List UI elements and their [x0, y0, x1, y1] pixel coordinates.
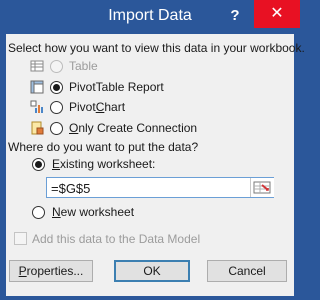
range-collapse-icon	[253, 181, 271, 194]
data-model-checkbox[interactable]	[14, 232, 27, 245]
ok-button-label: OK	[143, 264, 161, 278]
close-icon: ✕	[270, 5, 284, 22]
connection-option-label: Only Create Connection	[69, 121, 198, 135]
pivotchart-option-label: PivotChart	[69, 100, 126, 114]
close-button[interactable]: ✕	[254, 0, 300, 28]
pivottable-option-label: PivotTable Report	[69, 80, 164, 94]
new-worksheet-radio[interactable]	[32, 206, 45, 219]
connection-radio[interactable]	[50, 122, 63, 135]
dialog-body: Select how you want to view this data in…	[6, 34, 305, 296]
range-selector-button[interactable]	[250, 178, 274, 197]
ok-button[interactable]: OK	[114, 260, 190, 282]
connection-icon	[31, 121, 44, 135]
existing-worksheet-radio[interactable]	[32, 158, 45, 171]
title-bar: Import Data ? ✕	[0, 0, 300, 34]
pivottable-radio[interactable]	[50, 81, 63, 94]
pivotchart-radio[interactable]	[50, 101, 63, 114]
range-input-value: =$G$5	[51, 181, 91, 196]
new-worksheet-label: New worksheet	[52, 205, 135, 219]
existing-worksheet-label: Existing worksheet:	[52, 157, 156, 171]
data-model-label: Add this data to the Data Model	[32, 232, 201, 246]
view-prompt: Select how you want to view this data in…	[8, 41, 305, 55]
cancel-button[interactable]: Cancel	[207, 260, 287, 282]
properties-button-label: Properties...	[18, 264, 84, 278]
range-input[interactable]: =$G$5	[46, 177, 274, 198]
destination-prompt: Where do you want to put the data?	[8, 140, 199, 154]
help-button[interactable]: ?	[226, 6, 244, 26]
table-radio[interactable]	[50, 60, 63, 73]
properties-button[interactable]: Properties...	[9, 260, 93, 282]
cancel-button-label: Cancel	[228, 264, 266, 278]
pivotchart-icon	[30, 100, 43, 113]
table-option-label: Table	[69, 59, 98, 73]
table-icon	[30, 60, 44, 72]
pivottable-icon	[30, 80, 44, 94]
